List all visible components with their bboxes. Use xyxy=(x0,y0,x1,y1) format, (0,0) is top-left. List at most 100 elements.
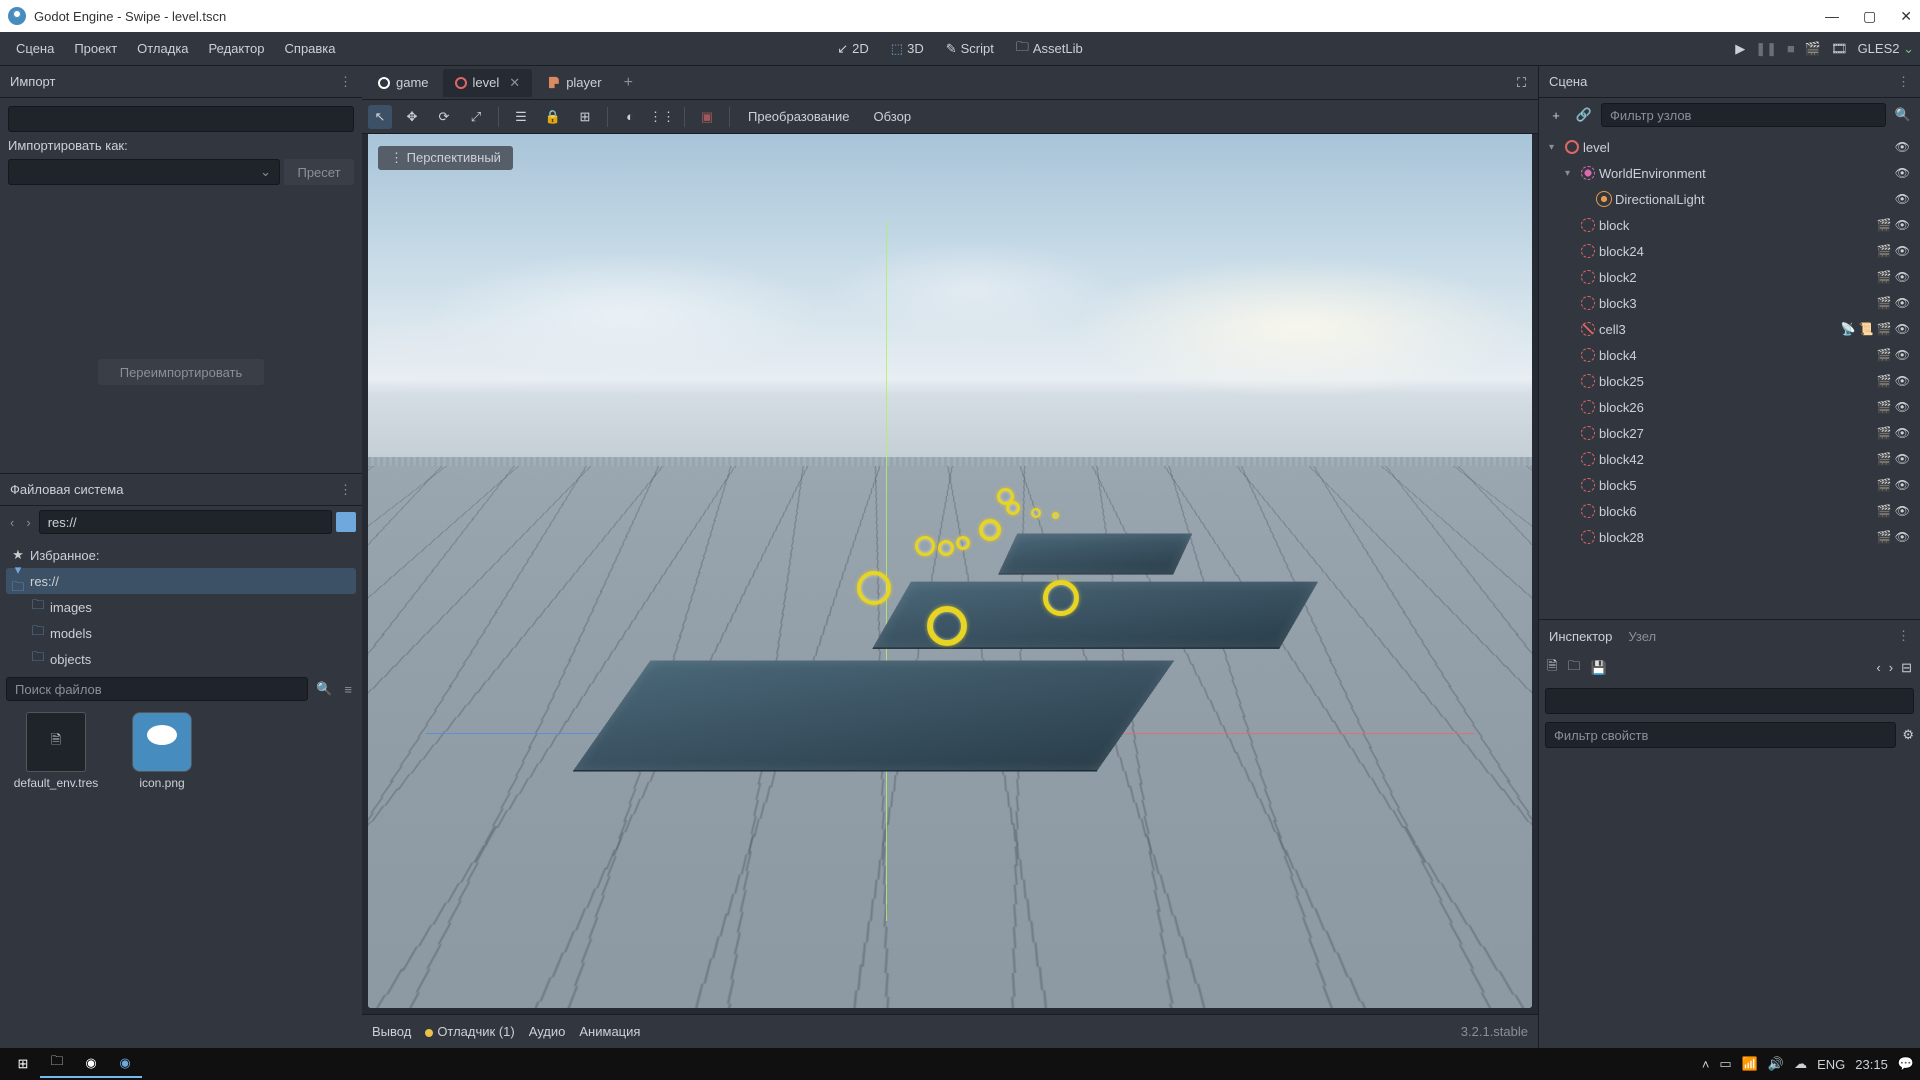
scene-tab-level[interactable]: level✕ xyxy=(443,69,533,97)
maximize-button[interactable]: ▢ xyxy=(1863,8,1876,25)
visibility-icon[interactable]: 👁 xyxy=(1895,140,1910,154)
scene-node[interactable]: ▾level👁 xyxy=(1545,134,1914,160)
output-panel-button[interactable]: Вывод xyxy=(372,1024,411,1039)
scale-tool[interactable]: ⤢ xyxy=(464,105,488,129)
transform-menu[interactable]: Преобразование xyxy=(740,109,858,124)
visibility-icon[interactable]: 👁 xyxy=(1895,478,1910,492)
play-button[interactable]: ▶ xyxy=(1735,41,1745,57)
tray-chevron-icon[interactable]: ˄ xyxy=(1702,1057,1710,1072)
menu-scene[interactable]: Сцена xyxy=(6,37,64,60)
open-scene-icon[interactable]: 🎬 xyxy=(1877,244,1892,258)
scene-node[interactable]: block2🎬👁 xyxy=(1545,264,1914,290)
play-custom-button[interactable]: 🎞 xyxy=(1831,41,1848,57)
visibility-icon[interactable]: 👁 xyxy=(1895,166,1910,180)
scene-node[interactable]: block4🎬👁 xyxy=(1545,342,1914,368)
scene-tab-player[interactable]: player xyxy=(534,69,613,97)
fs-favorites[interactable]: ★Избранное: xyxy=(6,542,356,568)
fs-forward-button[interactable]: › xyxy=(22,515,34,530)
add-scene-tab[interactable]: + xyxy=(616,69,641,97)
visibility-icon[interactable]: 👁 xyxy=(1895,296,1910,310)
inspector-tab[interactable]: Инспектор xyxy=(1549,629,1612,644)
scene-filter-input[interactable]: Фильтр узлов xyxy=(1601,103,1886,127)
inspector-resource-field[interactable] xyxy=(1545,688,1914,714)
snap-tool[interactable]: ⋮⋮ xyxy=(650,105,674,129)
fs-folder[interactable]: 🗀models xyxy=(6,620,356,646)
history-fwd-icon[interactable]: › xyxy=(1889,660,1893,676)
dock-menu-icon[interactable]: ⋮ xyxy=(1897,74,1910,90)
reimport-button[interactable]: Переимпортировать xyxy=(98,359,264,385)
fs-split-toggle[interactable] xyxy=(336,512,356,532)
stop-button[interactable]: ■ xyxy=(1787,41,1795,56)
signal-icon[interactable]: 📡 xyxy=(1841,322,1856,336)
scene-node[interactable]: ▾WorldEnvironment👁 xyxy=(1545,160,1914,186)
visibility-icon[interactable]: 👁 xyxy=(1895,530,1910,544)
play-scene-button[interactable]: 🎬 xyxy=(1805,41,1821,57)
workspace-3d[interactable]: ⬚ 3D xyxy=(883,34,932,64)
renderer-selector[interactable]: GLES2 ⌄ xyxy=(1858,41,1914,57)
history-back-icon[interactable]: ‹ xyxy=(1876,660,1880,676)
workspace-script[interactable]: ✎ Script xyxy=(938,34,1002,64)
menu-debug[interactable]: Отладка xyxy=(127,37,198,60)
visibility-icon[interactable]: 👁 xyxy=(1895,426,1910,440)
camera-override-tool[interactable]: ▣ xyxy=(695,105,719,129)
visibility-icon[interactable]: 👁 xyxy=(1895,244,1910,258)
fs-tree[interactable]: ★Избранное: ▾ 🗀res:// 🗀images 🗀models 🗀o… xyxy=(0,538,362,674)
insp-folder-icon[interactable]: 🗀 xyxy=(1567,657,1580,679)
rotate-tool[interactable]: ⟳ xyxy=(432,105,456,129)
distraction-free-icon[interactable]: ⛶ xyxy=(1509,75,1534,91)
fs-search-input[interactable]: Поиск файлов xyxy=(6,677,308,701)
open-scene-icon[interactable]: 🎬 xyxy=(1877,348,1892,362)
pause-button[interactable]: ❚❚ xyxy=(1755,41,1777,57)
add-node-button[interactable]: + xyxy=(1545,104,1567,126)
tray-wifi-icon[interactable]: 📶 xyxy=(1742,1056,1758,1072)
menu-editor[interactable]: Редактор xyxy=(199,37,275,60)
import-type-dropdown[interactable]: ⌄ xyxy=(8,159,280,185)
filesystem-dock-title[interactable]: Файловая система⋮ xyxy=(0,474,362,506)
debugger-panel-button[interactable]: Отладчик (1) xyxy=(425,1024,514,1039)
fs-view-mode-icon[interactable]: ≡ xyxy=(340,682,356,697)
visibility-icon[interactable]: 👁 xyxy=(1895,322,1910,336)
start-button[interactable]: ⊞ xyxy=(6,1050,40,1078)
scene-node[interactable]: cell3📡📜🎬👁 xyxy=(1545,316,1914,342)
import-resource-field[interactable] xyxy=(8,106,354,132)
fs-folder[interactable]: 🗀images xyxy=(6,594,356,620)
fs-back-button[interactable]: ‹ xyxy=(6,515,18,530)
group-tool[interactable]: ⊞ xyxy=(573,105,597,129)
tray-time[interactable]: 23:15 xyxy=(1855,1057,1888,1072)
select-tool[interactable]: ↖ xyxy=(368,105,392,129)
scene-node[interactable]: block25🎬👁 xyxy=(1545,368,1914,394)
preset-button[interactable]: Пресет xyxy=(284,159,354,185)
workspace-2d[interactable]: ↙ 2D xyxy=(829,34,877,64)
local-space-tool[interactable]: ◐ xyxy=(618,105,642,129)
list-select-tool[interactable]: ☰ xyxy=(509,105,533,129)
open-scene-icon[interactable]: 🎬 xyxy=(1877,218,1892,232)
workspace-assetlib[interactable]: 🗀 AssetLib xyxy=(1008,34,1091,64)
visibility-icon[interactable]: 👁 xyxy=(1895,192,1910,206)
visibility-icon[interactable]: 👁 xyxy=(1895,218,1910,232)
filter-search-icon[interactable]: 🔍 xyxy=(1892,104,1914,126)
fs-path-field[interactable]: res:// xyxy=(39,510,332,534)
fs-file[interactable]: 🗎 default_env.tres xyxy=(8,712,104,792)
fs-folder[interactable]: 🗀objects xyxy=(6,646,356,672)
visibility-icon[interactable]: 👁 xyxy=(1895,452,1910,466)
scene-node[interactable]: block28🎬👁 xyxy=(1545,524,1914,550)
open-scene-icon[interactable]: 🎬 xyxy=(1877,270,1892,284)
scene-dock-title[interactable]: Сцена⋮ xyxy=(1539,66,1920,98)
fs-file-grid[interactable]: 🗎 default_env.tres icon.png xyxy=(0,704,362,1048)
scene-node[interactable]: block42🎬👁 xyxy=(1545,446,1914,472)
tray-lang[interactable]: ENG xyxy=(1817,1057,1845,1072)
tray-volume-icon[interactable]: 🔊 xyxy=(1768,1056,1784,1072)
open-scene-icon[interactable]: 🎬 xyxy=(1877,478,1892,492)
open-scene-icon[interactable]: 🎬 xyxy=(1877,426,1892,440)
instance-scene-button[interactable]: 🔗 xyxy=(1573,104,1595,126)
search-icon[interactable]: 🔍 xyxy=(312,681,336,697)
scene-node[interactable]: block26🎬👁 xyxy=(1545,394,1914,420)
view-menu[interactable]: Обзор xyxy=(866,109,920,124)
move-tool[interactable]: ✥ xyxy=(400,105,424,129)
open-scene-icon[interactable]: 🎬 xyxy=(1877,296,1892,310)
menu-project[interactable]: Проект xyxy=(64,37,127,60)
close-icon[interactable]: ✕ xyxy=(509,75,520,91)
taskbar-godot-icon[interactable]: ◉ xyxy=(108,1050,142,1078)
scene-tab-game[interactable]: game xyxy=(366,69,441,97)
import-dock-title[interactable]: Импорт⋮ xyxy=(0,66,362,98)
